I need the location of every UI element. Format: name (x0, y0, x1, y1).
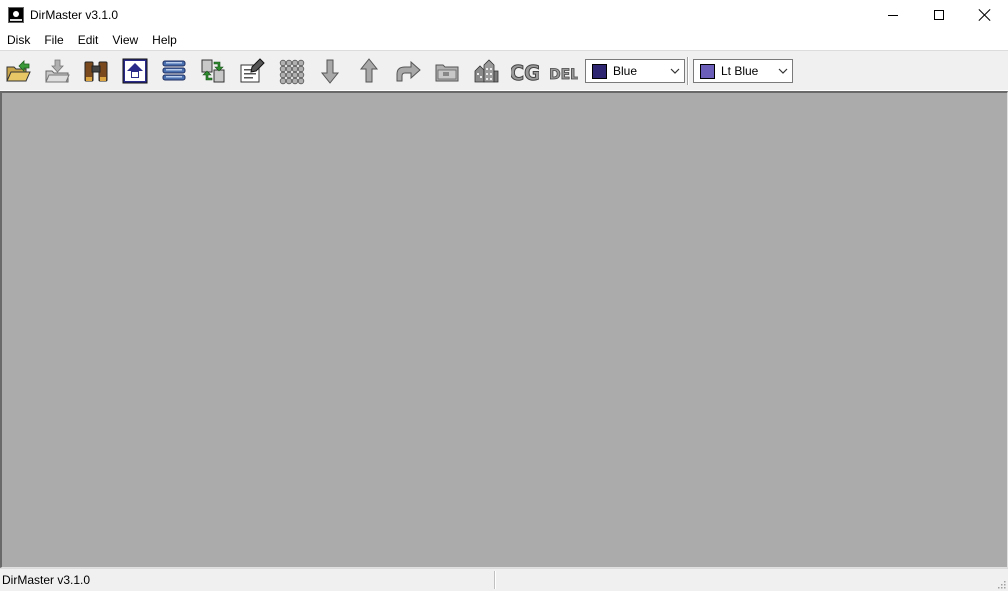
close-icon (979, 9, 991, 21)
close-button[interactable] (962, 0, 1008, 30)
foreground-color-swatch (700, 63, 715, 79)
arrow-up-icon (359, 58, 379, 83)
app-icon[interactable] (8, 7, 24, 23)
cg-text: CG (511, 61, 539, 85)
binoculars-icon (84, 61, 108, 82)
cg-button[interactable]: CG (510, 56, 540, 86)
list-button[interactable] (159, 56, 189, 86)
toolbar: CG DEL Blue Lt Blue (0, 50, 1008, 90)
grid-button[interactable] (276, 56, 306, 86)
del-icon: DEL (550, 67, 578, 84)
del-button[interactable]: DEL (549, 56, 579, 86)
find-button[interactable] (81, 56, 111, 86)
edit-file-button[interactable] (237, 56, 267, 86)
import-icon (45, 59, 70, 83)
folder-icon (435, 64, 459, 82)
maximize-icon (934, 10, 944, 20)
edit-file-icon (240, 58, 265, 83)
chevron-down-icon[interactable] (774, 61, 792, 81)
menu-view[interactable]: View (105, 30, 145, 50)
title-bar: DirMaster v3.1.0 (0, 0, 1008, 30)
maximize-button[interactable] (916, 0, 962, 30)
redo-arrow-icon (396, 60, 421, 82)
cg-icon: CG (511, 61, 539, 86)
del-text: DEL (550, 67, 578, 83)
toolbar-separator (687, 57, 689, 85)
commodore-button[interactable] (120, 56, 150, 86)
background-color-swatch (592, 63, 607, 79)
background-color-label: Blue (613, 64, 638, 78)
redo-button[interactable] (393, 56, 423, 86)
menu-edit[interactable]: Edit (71, 30, 106, 50)
arrow-down-icon (320, 59, 340, 84)
background-color-select[interactable]: Blue (585, 59, 685, 83)
commodore-logo-icon (122, 58, 148, 84)
menu-help[interactable]: Help (145, 30, 184, 50)
swap-icon (201, 59, 225, 83)
menu-disk[interactable]: Disk (0, 30, 37, 50)
swap-button[interactable] (198, 56, 228, 86)
minimize-button[interactable] (870, 0, 916, 30)
open-button[interactable] (3, 56, 33, 86)
chevron-down-icon[interactable] (666, 61, 684, 81)
status-divider (494, 571, 496, 589)
foreground-color-label: Lt Blue (721, 64, 759, 78)
list-icon (162, 60, 186, 81)
open-folder-icon (6, 60, 31, 82)
grid-dots-icon (279, 59, 305, 85)
import-button[interactable] (42, 56, 72, 86)
move-down-button[interactable] (315, 56, 345, 86)
mdi-workspace[interactable] (0, 91, 1008, 568)
move-up-button[interactable] (354, 56, 384, 86)
status-text: DirMaster v3.1.0 (2, 573, 91, 587)
minimize-icon (888, 14, 898, 16)
menu-bar: Disk File Edit View Help (0, 30, 1008, 50)
resize-grip-icon[interactable] (996, 579, 1006, 589)
status-bar: DirMaster v3.1.0 (0, 568, 1008, 591)
menu-file[interactable]: File (37, 30, 70, 50)
window-title: DirMaster v3.1.0 (30, 8, 119, 22)
city-icon (474, 59, 499, 83)
foreground-color-select[interactable]: Lt Blue (693, 59, 793, 83)
folder-button[interactable] (432, 56, 462, 86)
city-button[interactable] (471, 56, 501, 86)
